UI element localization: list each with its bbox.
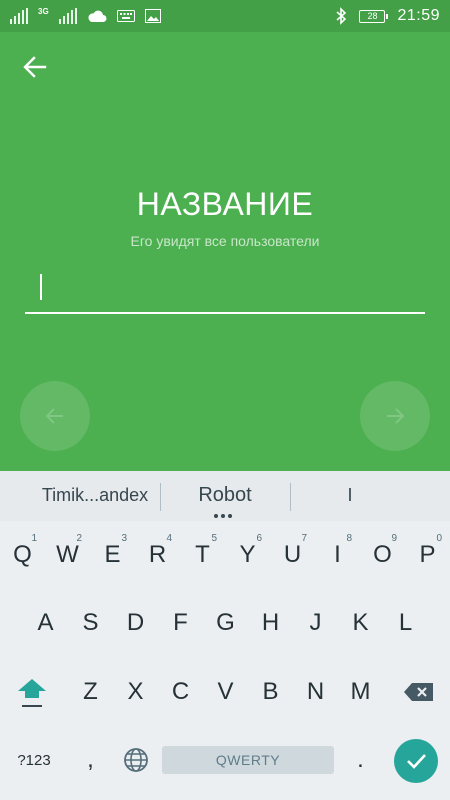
network-type: 3G bbox=[38, 7, 49, 16]
next-step-button[interactable] bbox=[360, 381, 430, 451]
key-hint: 0 bbox=[436, 533, 442, 544]
previous-step-button[interactable] bbox=[20, 381, 90, 451]
arrow-right-icon bbox=[387, 408, 405, 424]
key-n[interactable]: N bbox=[293, 662, 338, 722]
key-g[interactable]: G bbox=[203, 593, 248, 653]
key-label: P bbox=[419, 541, 436, 568]
key-label: O bbox=[373, 541, 392, 568]
soft-keyboard: Timik...andex Robot I Q1 W2 E3 R4 T5 Y6 … bbox=[0, 471, 450, 800]
key-c[interactable]: C bbox=[158, 662, 203, 722]
key-hint: 1 bbox=[31, 533, 37, 544]
cloud-icon bbox=[88, 10, 107, 22]
done-button[interactable] bbox=[394, 739, 438, 783]
key-k[interactable]: K bbox=[338, 593, 383, 653]
key-u[interactable]: U7 bbox=[270, 525, 315, 585]
bluetooth-icon bbox=[336, 7, 347, 25]
suggestion-item[interactable]: Timik...andex bbox=[30, 485, 160, 506]
key-l[interactable]: L bbox=[383, 593, 428, 653]
key-i[interactable]: I8 bbox=[315, 525, 360, 585]
globe-icon bbox=[123, 748, 148, 772]
key-label: E bbox=[104, 541, 121, 568]
status-bar: 3G 28 21:59 bbox=[0, 0, 450, 32]
shift-icon bbox=[18, 679, 46, 707]
key-label: W bbox=[56, 541, 79, 568]
key-label: Q bbox=[13, 541, 32, 568]
key-hint: 9 bbox=[391, 533, 397, 544]
key-r[interactable]: R4 bbox=[135, 525, 180, 585]
key-v[interactable]: V bbox=[203, 662, 248, 722]
key-x[interactable]: X bbox=[113, 662, 158, 722]
signal-icon bbox=[10, 8, 28, 24]
key-hint: 7 bbox=[301, 533, 307, 544]
key-o[interactable]: O9 bbox=[360, 525, 405, 585]
arrow-left-icon bbox=[45, 408, 63, 424]
key-a[interactable]: A bbox=[23, 593, 68, 653]
key-hint: 5 bbox=[211, 533, 217, 544]
key-label: R bbox=[148, 541, 167, 568]
key-hint: 6 bbox=[256, 533, 262, 544]
key-y[interactable]: Y6 bbox=[225, 525, 270, 585]
suggestion-bar: Timik...andex Robot I bbox=[0, 471, 450, 521]
signal-icon bbox=[58, 8, 77, 24]
status-time: 21:59 bbox=[397, 7, 440, 24]
page-title: НАЗВАНИЕ bbox=[136, 186, 314, 222]
key-hint: 4 bbox=[166, 533, 172, 544]
comma-key[interactable]: , bbox=[68, 730, 113, 790]
more-suggestions-icon[interactable] bbox=[214, 514, 232, 518]
key-p[interactable]: P0 bbox=[405, 525, 450, 585]
backspace-icon bbox=[404, 683, 433, 701]
key-hint: 8 bbox=[346, 533, 352, 544]
key-b[interactable]: B bbox=[248, 662, 293, 722]
key-s[interactable]: S bbox=[68, 593, 113, 653]
key-hint: 2 bbox=[76, 533, 82, 544]
checkmark-icon bbox=[407, 754, 426, 769]
battery-level: 28 bbox=[367, 10, 378, 21]
key-t[interactable]: T5 bbox=[180, 525, 225, 585]
symbols-key[interactable]: ?123 bbox=[10, 730, 58, 790]
key-label: I bbox=[334, 541, 341, 568]
key-j[interactable]: J bbox=[293, 593, 338, 653]
key-label: T bbox=[195, 541, 210, 568]
key-hint: 3 bbox=[121, 533, 127, 544]
key-f[interactable]: F bbox=[158, 593, 203, 653]
key-h[interactable]: H bbox=[248, 593, 293, 653]
text-cursor bbox=[40, 274, 42, 300]
suggestion-item[interactable]: Robot bbox=[160, 484, 290, 507]
key-d[interactable]: D bbox=[113, 593, 158, 653]
back-arrow-icon[interactable] bbox=[22, 54, 48, 80]
key-e[interactable]: E3 bbox=[90, 525, 135, 585]
key-z[interactable]: Z bbox=[68, 662, 113, 722]
suggestion-item[interactable]: I bbox=[290, 485, 410, 506]
image-icon bbox=[144, 9, 161, 23]
key-q[interactable]: Q1 bbox=[0, 525, 45, 585]
battery-icon: 28 bbox=[359, 9, 389, 23]
shift-key[interactable] bbox=[8, 662, 56, 722]
language-key[interactable] bbox=[113, 730, 158, 790]
status-bar-left: 3G bbox=[10, 6, 161, 26]
key-w[interactable]: W2 bbox=[45, 525, 90, 585]
page-subtitle: Его увидят все пользователи bbox=[130, 233, 320, 249]
keyboard-icon bbox=[116, 10, 135, 22]
key-label: Y bbox=[239, 541, 256, 568]
key-m[interactable]: M bbox=[338, 662, 383, 722]
period-key[interactable]: . bbox=[338, 730, 383, 790]
name-input[interactable] bbox=[25, 270, 425, 314]
space-bar[interactable]: QWERTY bbox=[162, 746, 334, 774]
key-label: U bbox=[283, 541, 302, 568]
backspace-key[interactable] bbox=[395, 662, 443, 722]
status-bar-right: 28 21:59 bbox=[335, 6, 440, 26]
